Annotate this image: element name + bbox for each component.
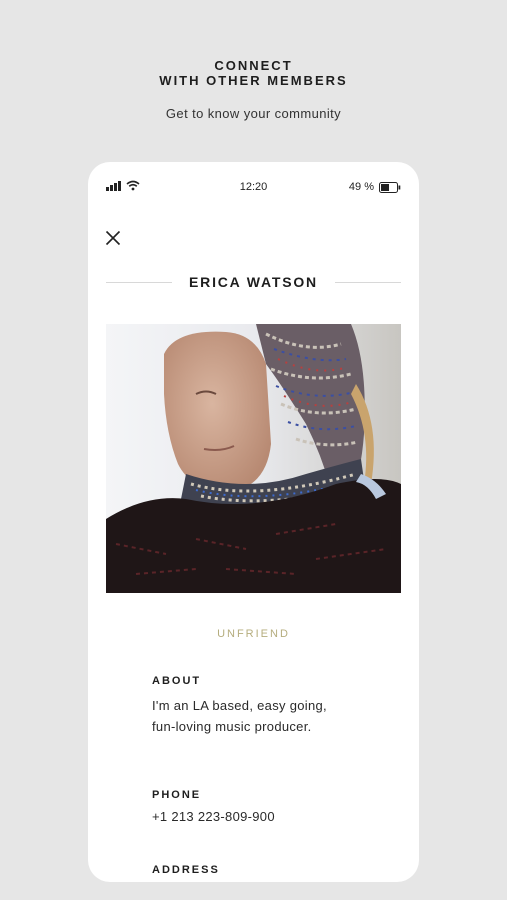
phone-value[interactable]: +1 213 223-809-900 <box>152 807 352 828</box>
divider-left <box>106 281 173 283</box>
headline-title-line-1: CONNECT <box>214 58 293 73</box>
profile-name-row: ERICA WATSON <box>106 274 401 290</box>
phone-section: PHONE +1 213 223-809-900 <box>152 789 352 828</box>
status-bar: 12:20 49 % <box>106 180 401 194</box>
address-section: ADDRESS <box>152 864 352 876</box>
headline-subtitle: Get to know your community <box>165 106 342 121</box>
headline-title: CONNECT WITH OTHER MEMBERS <box>0 58 507 88</box>
profile-name: ERICA WATSON <box>189 274 318 290</box>
headline-title-line-2: WITH OTHER MEMBERS <box>159 73 348 88</box>
about-label: ABOUT <box>152 675 202 687</box>
battery-icon <box>379 181 401 193</box>
about-section: ABOUT I'm an LA based, easy going, fun-l… <box>152 675 352 737</box>
profile-photo <box>106 324 401 593</box>
address-label: ADDRESS <box>152 864 220 876</box>
close-icon <box>105 230 121 246</box>
battery-percent: 49 % <box>348 181 374 193</box>
status-right: 49 % <box>349 181 401 193</box>
divider-right <box>334 281 401 283</box>
phone-screen: 12:20 49 % ERICA WATSON UNFRIEND ABOUT I… <box>88 162 419 882</box>
unfriend-button[interactable]: UNFRIEND <box>88 628 419 640</box>
phone-label: PHONE <box>152 789 202 801</box>
headline: CONNECT WITH OTHER MEMBERS Get to know y… <box>0 58 507 121</box>
close-button[interactable] <box>104 229 122 247</box>
about-text: I'm an LA based, easy going, fun-loving … <box>152 698 327 734</box>
